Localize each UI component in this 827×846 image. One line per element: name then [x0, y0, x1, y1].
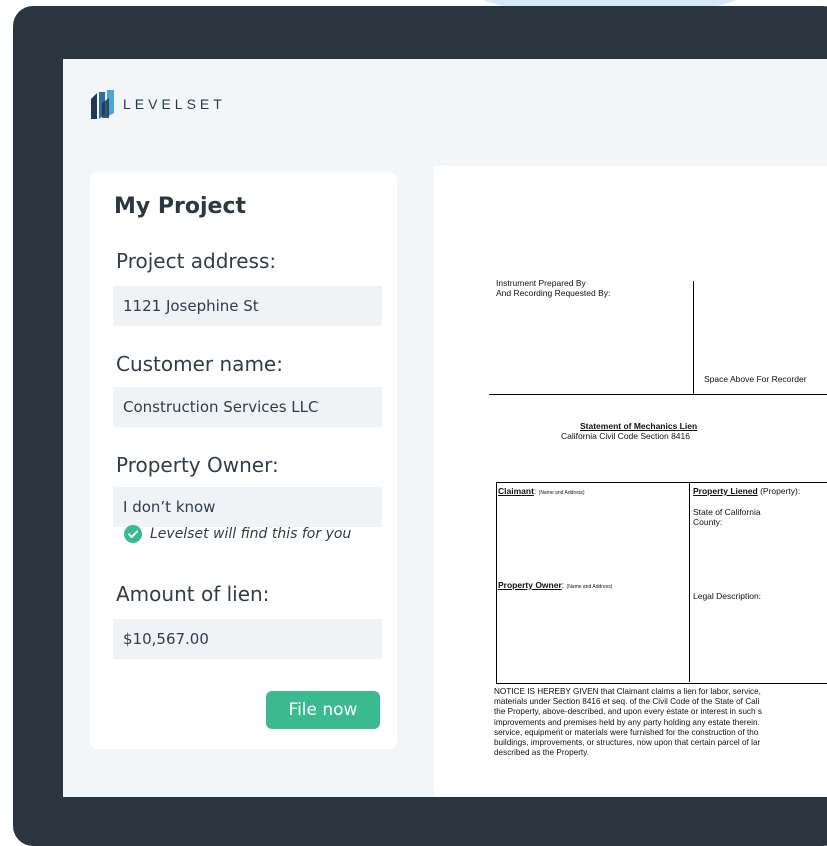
hint-text: Levelset will find this for you: [150, 526, 352, 542]
county-line: County:: [693, 517, 723, 527]
amount-field[interactable]: $10,567.00: [113, 619, 382, 659]
project-card: My Project Project address: 1121 Josephi…: [90, 172, 397, 749]
customer-name-field[interactable]: Construction Services LLC: [113, 387, 382, 427]
table-divider: [689, 482, 690, 682]
prepared-by-line-2: And Recording Requested By:: [496, 288, 611, 298]
lien-document-preview: Instrument Prepared By And Recording Req…: [434, 166, 827, 797]
notice-line: NOTICE IS HEREBY GIVEN that Claimant cla…: [494, 687, 761, 696]
document-subtitle: California Civil Code Section 8416: [561, 431, 690, 441]
levelset-logo-icon: [91, 89, 114, 119]
brand-name: LEVELSET: [123, 96, 226, 112]
amount-label: Amount of lien:: [116, 582, 270, 606]
claimant-heading: Claimant: (Name and Address): [498, 486, 585, 496]
app-screen: LEVELSET My Project Project address: 112…: [63, 59, 827, 797]
document-title: Statement of Mechanics Lien: [580, 421, 698, 431]
property-owner-field[interactable]: I don’t know: [113, 487, 382, 527]
header-divider-vertical: [693, 281, 694, 394]
project-address-field[interactable]: 1121 Josephine St: [113, 286, 382, 326]
header-divider-horizontal: [489, 394, 827, 395]
levelset-logo[interactable]: LEVELSET: [90, 88, 226, 120]
project-address-label: Project address:: [116, 249, 277, 273]
notice-line: the Property, above-described, and upon …: [494, 707, 762, 717]
check-circle-icon: [124, 525, 142, 543]
notice-line: materials under Section 8416 et seq. of …: [494, 697, 760, 707]
property-liened-heading: Property Liened (Property):: [693, 486, 801, 496]
notice-paragraph: NOTICE IS HEREBY GIVEN that Claimant cla…: [494, 687, 827, 758]
property-owner-label: Property Owner:: [116, 453, 279, 477]
space-above-recorder: Space Above For Recorder: [704, 374, 807, 384]
notice-line: service, equipment or materials were fur…: [494, 727, 759, 737]
notice-line: described as the Property.: [494, 748, 589, 758]
card-title: My Project: [114, 194, 246, 219]
state-line: State of California: [693, 507, 761, 517]
notice-line: improvements and premises held by any pa…: [494, 717, 760, 727]
legal-description: Legal Description:: [693, 591, 762, 601]
notice-line: buildings, improvements, or structures, …: [494, 738, 761, 748]
file-now-button[interactable]: File now: [266, 691, 380, 729]
property-owner-heading: Property Owner: (Name and Address): [498, 580, 613, 590]
owner-hint: Levelset will find this for you: [124, 525, 351, 543]
customer-name-label: Customer name:: [116, 352, 283, 376]
prepared-by-line-1: Instrument Prepared By: [496, 278, 586, 288]
